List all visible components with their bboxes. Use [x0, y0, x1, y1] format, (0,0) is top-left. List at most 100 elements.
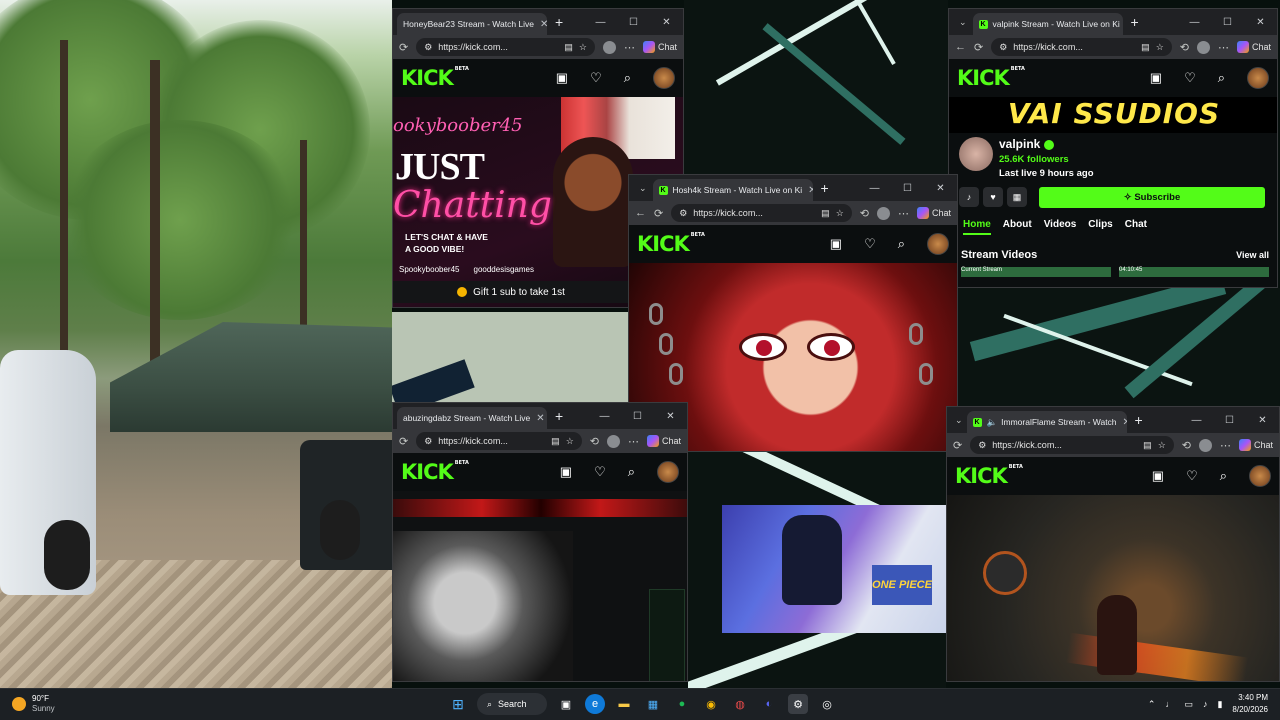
bookmark-star-icon[interactable]: ☆ [836, 208, 844, 219]
steam-icon[interactable]: ◎ [817, 694, 837, 714]
chevron-up-icon[interactable]: ⌃ [1148, 699, 1156, 710]
gift-sub-banner[interactable]: Gift 1 sub to take 1st [393, 281, 629, 303]
maximize-icon[interactable]: ☐ [1213, 415, 1246, 426]
address-bar[interactable]: ⚙ https://kick.com... ▤ ☆ [416, 432, 582, 450]
extensions-icon[interactable]: ⟲ [1182, 439, 1191, 452]
close-icon[interactable]: ✕ [1244, 17, 1277, 28]
copilot-chat-button[interactable]: Chat [642, 41, 677, 53]
store-icon[interactable]: ▦ [643, 694, 663, 714]
close-icon[interactable]: ✕ [650, 17, 683, 28]
following-heart-icon[interactable]: ♡ [1186, 468, 1198, 484]
close-tab-icon[interactable]: ✕ [536, 413, 544, 424]
site-info-icon[interactable]: ⚙ [978, 440, 986, 451]
reading-mode-icon[interactable]: ▤ [821, 208, 830, 219]
maximize-icon[interactable]: ☐ [621, 411, 654, 422]
reading-mode-icon[interactable]: ▤ [1141, 42, 1150, 53]
user-avatar[interactable] [657, 461, 679, 483]
minimize-icon[interactable]: — [588, 411, 621, 422]
reading-mode-icon[interactable]: ▤ [551, 436, 560, 447]
reading-mode-icon[interactable]: ▤ [1143, 440, 1152, 451]
profile-icon[interactable] [1198, 438, 1212, 452]
weather-widget[interactable]: 90°F Sunny [12, 694, 55, 714]
stream-player[interactable] [393, 491, 687, 681]
chrome-icon[interactable]: ◉ [701, 694, 721, 714]
task-view-icon[interactable]: ▣ [556, 694, 576, 714]
menu-icon[interactable]: ⋯ [1220, 439, 1231, 452]
profile-icon[interactable] [602, 40, 616, 54]
user-avatar[interactable] [1247, 67, 1269, 89]
refresh-icon[interactable]: ⟳ [654, 207, 663, 220]
subscribe-button[interactable]: ✧ Subscribe [1039, 187, 1265, 208]
user-avatar[interactable] [1249, 465, 1271, 487]
bookmark-star-icon[interactable]: ☆ [1156, 42, 1164, 53]
extensions-icon[interactable]: ⟲ [860, 207, 869, 220]
tab-videos[interactable]: Videos [1044, 219, 1077, 235]
menu-icon[interactable]: ⋯ [624, 41, 635, 54]
site-info-icon[interactable]: ⚙ [424, 42, 432, 53]
extensions-icon[interactable]: ⟲ [590, 435, 599, 448]
menu-icon[interactable]: ⋯ [898, 207, 909, 220]
address-bar[interactable]: ⚙ https://kick.com... ▤ ☆ [416, 38, 595, 56]
close-tab-icon[interactable]: ✕ [808, 185, 812, 196]
back-icon[interactable]: ← [955, 41, 966, 53]
new-tab-button[interactable]: + [555, 408, 563, 424]
discord-icon[interactable]: ◐ [759, 694, 779, 714]
browser-window-valpink[interactable]: ⌄ K valpink Stream - Watch Live on Ki ✕ … [948, 8, 1278, 288]
bookmark-star-icon[interactable]: ☆ [1158, 440, 1166, 451]
search-icon[interactable]: ⌕ [628, 464, 635, 480]
search-icon[interactable]: ⌕ [624, 70, 631, 86]
new-tab-button[interactable]: + [1131, 14, 1139, 30]
video-thumbnail[interactable]: Current Stream [961, 267, 1111, 277]
search-icon[interactable]: ⌕ [1218, 70, 1225, 86]
bookmark-star-icon[interactable]: ☆ [566, 436, 574, 447]
browse-icon[interactable]: ▣ [560, 464, 572, 480]
kick-logo[interactable]: KICK BETA [955, 464, 1130, 488]
search-icon[interactable]: ⌕ [898, 236, 905, 252]
bookmark-star-icon[interactable]: ☆ [579, 42, 587, 53]
following-heart-icon[interactable]: ♡ [590, 70, 602, 86]
video-thumbnail[interactable]: 04:10:45 [1119, 267, 1269, 277]
new-tab-button[interactable]: + [1135, 412, 1143, 428]
site-info-icon[interactable]: ⚙ [424, 436, 432, 447]
tab-abuzing[interactable]: abuzingdabz Stream - Watch Live ✕ [397, 407, 547, 429]
user-avatar[interactable] [653, 67, 675, 89]
settings-icon[interactable]: ⚙ [788, 694, 808, 714]
new-tab-button[interactable]: + [555, 14, 563, 30]
audio-icon[interactable]: 🔈 [987, 417, 998, 428]
kick-logo[interactable]: KICK BETA [401, 66, 534, 90]
reading-mode-icon[interactable]: ▤ [564, 42, 573, 53]
menu-icon[interactable]: ⋯ [1218, 41, 1229, 54]
tab-about[interactable]: About [1003, 219, 1032, 235]
new-tab-button[interactable]: + [821, 180, 829, 196]
kick-logo[interactable]: KICK BETA [401, 460, 538, 484]
maximize-icon[interactable]: ☐ [617, 17, 650, 28]
browse-icon[interactable]: ▣ [556, 70, 568, 86]
user-avatar[interactable] [927, 233, 949, 255]
profile-icon[interactable] [1196, 40, 1210, 54]
volume-icon[interactable]: ♪ [1203, 699, 1208, 709]
tab-valpink[interactable]: K valpink Stream - Watch Live on Ki ✕ [972, 13, 1123, 35]
windows-start-icon[interactable]: ⊞ [448, 694, 468, 714]
network-icon[interactable]: ▭ [1184, 699, 1193, 710]
minimize-icon[interactable]: — [1180, 415, 1213, 426]
copilot-chat-button[interactable]: Chat [646, 435, 681, 447]
tab-hoshi[interactable]: K Hosh4k Stream - Watch Live on Ki ✕ [652, 179, 813, 201]
back-icon[interactable]: ← [635, 207, 646, 219]
close-icon[interactable]: ✕ [654, 411, 687, 422]
tab-search-icon[interactable]: ⌄ [639, 183, 647, 194]
address-bar[interactable]: ⚙ https://kick.com... ▤ ☆ [991, 38, 1172, 56]
profile-icon[interactable] [606, 434, 620, 448]
browse-icon[interactable]: ▣ [1150, 70, 1162, 86]
tab-chat[interactable]: Chat [1125, 219, 1147, 235]
notification-bell-icon[interactable]: ♪ [959, 187, 979, 207]
copilot-chat-button[interactable]: Chat [1238, 439, 1273, 451]
edge-icon[interactable]: e [585, 694, 605, 714]
following-heart-icon[interactable]: ♡ [594, 464, 606, 480]
battery-icon[interactable]: ▮ [1217, 699, 1222, 710]
site-info-icon[interactable]: ⚙ [999, 42, 1007, 53]
microphone-icon[interactable]: ♩ [1165, 699, 1174, 709]
maximize-icon[interactable]: ☐ [891, 183, 924, 194]
tab-clips[interactable]: Clips [1088, 219, 1112, 235]
tab-search-icon[interactable]: ⌄ [955, 415, 963, 426]
extensions-icon[interactable]: ⟲ [1180, 41, 1189, 54]
